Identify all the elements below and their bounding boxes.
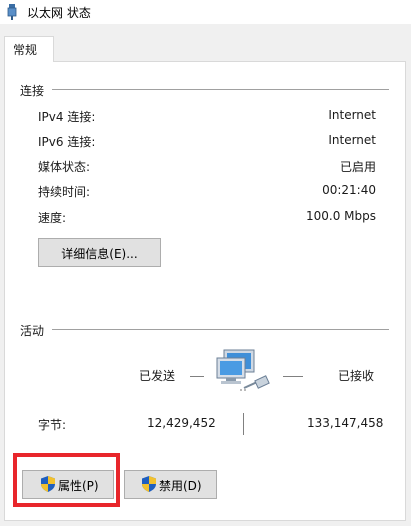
speed-label: 速度: [38,211,67,225]
bytes-received-value: 133,147,458 [307,416,384,430]
disable-button[interactable]: 禁用(D) [124,470,217,499]
activity-section-label: 活动 [20,322,45,339]
duration-value: 00:21:40 [322,183,376,197]
ipv4-value: Internet [328,108,376,122]
sent-label: 已发送 [139,369,176,383]
details-button-label: 详细信息(E)... [61,247,138,261]
bytes-label: 字节: [38,418,67,432]
media-state-label: 媒体状态: [38,160,91,174]
connection-separator [52,89,389,90]
received-line [283,376,303,377]
ipv6-label: IPv6 连接: [38,135,96,149]
media-state-value: 已启用 [339,160,376,174]
sent-line [190,376,204,377]
network-computers-icon [216,349,270,391]
tab-panel [4,61,406,521]
bytes-sent-value: 12,429,452 [147,416,216,430]
tab-general[interactable]: 常规 [4,36,54,62]
activity-separator [52,329,389,330]
connection-section-label: 连接 [20,82,45,99]
title-bar: 以太网 状态 [0,0,411,24]
disable-button-label: 禁用(D) [159,479,202,493]
speed-value: 100.0 Mbps [305,209,376,223]
ipv4-label: IPv4 连接: [38,110,96,124]
network-adapter-icon [7,4,17,20]
ipv6-value: Internet [328,133,376,147]
bytes-divider [243,413,244,435]
duration-label: 持续时间: [38,185,91,199]
uac-shield-icon [142,476,156,492]
tab-general-label: 常规 [13,43,38,57]
details-button[interactable]: 详细信息(E)... [38,238,161,267]
received-label: 已接收 [338,369,375,383]
highlight-box [13,453,120,507]
window-title: 以太网 状态 [27,6,91,20]
